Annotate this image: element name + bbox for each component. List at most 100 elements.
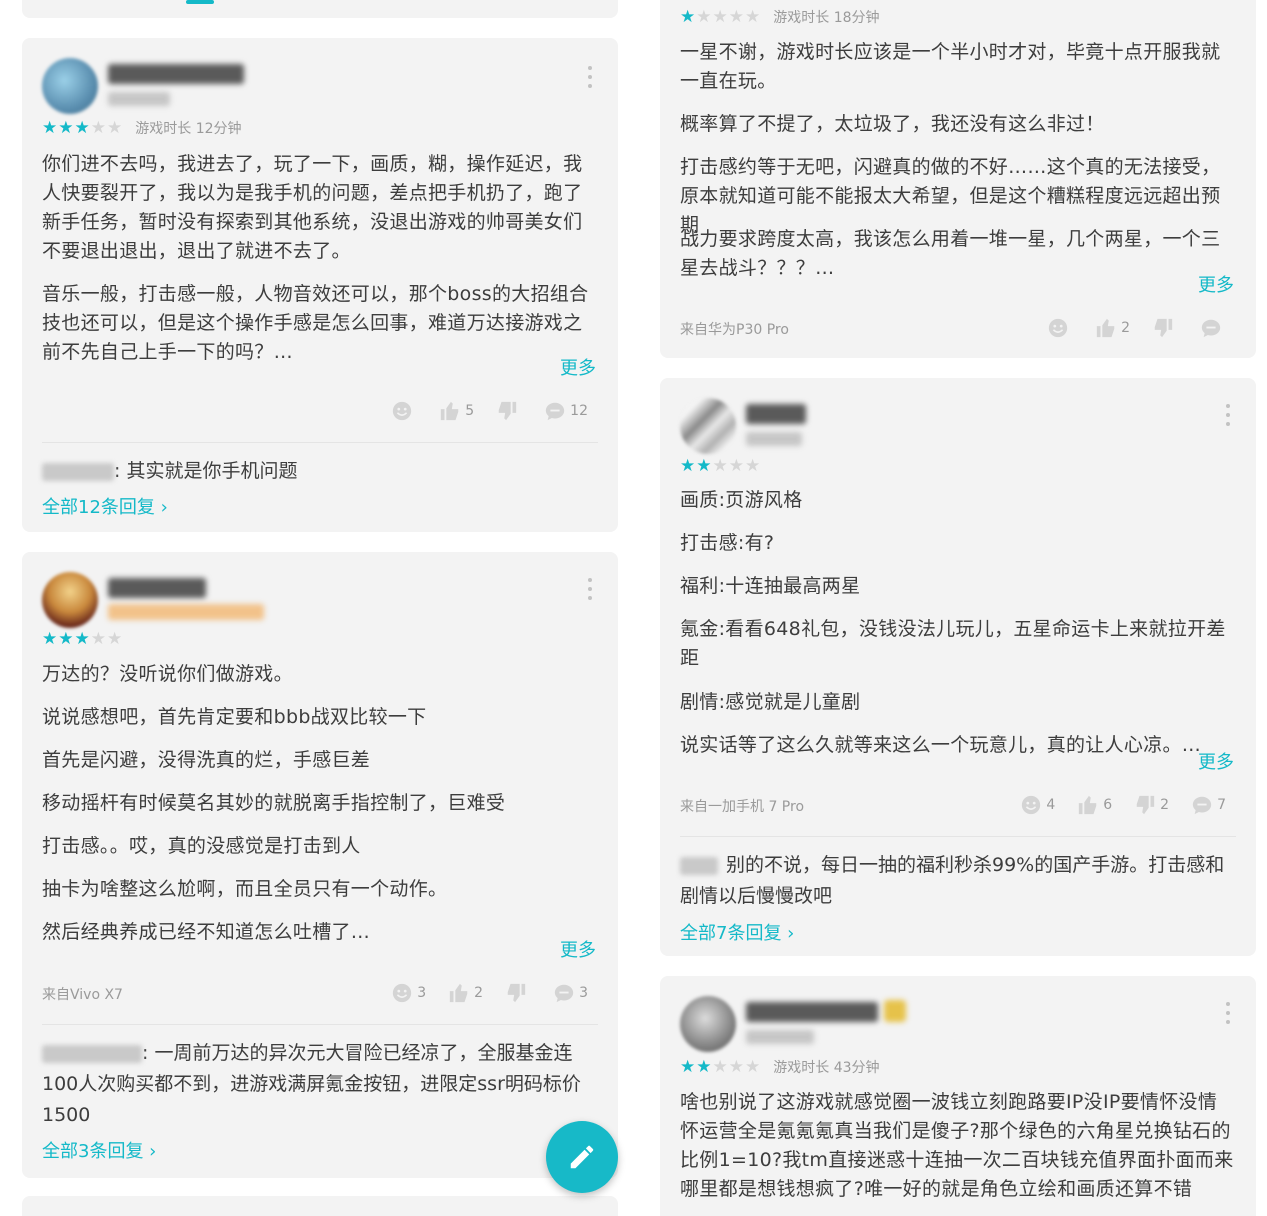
review-paragraph: 画质:页游风格 [680,489,803,511]
dislike-button[interactable] [1152,317,1178,339]
comment-bubble-icon [1192,796,1212,815]
write-review-button[interactable] [546,1121,618,1193]
review-card: ★ ★ ★ ★ ★ 万达的？没听说你们做游戏。 说说感想吧，首先肯定要和bbb战双比较一… [22,552,618,1178]
reply-preview[interactable]: : 一周前万达的异次元大冒险已经凉了，全服基金连100人次购买都不到，进游戏满屏… [42,1038,598,1131]
reply-preview[interactable]: : 其实就是你手机问题 [42,456,598,487]
thumbs-up-icon [1096,318,1115,338]
user-avatar[interactable] [42,572,98,628]
more-options-icon[interactable] [1226,1002,1230,1024]
more-link[interactable]: 更多 [560,936,596,962]
more-options-icon[interactable] [588,578,592,600]
reply-username [680,856,718,875]
username[interactable] [746,1002,878,1022]
comment-button[interactable]: 7 [1191,794,1226,816]
playtime-label: 游戏时长 18分钟 [773,10,880,26]
all-replies-link[interactable]: 全部12条回复 › [42,493,168,519]
more-link[interactable]: 更多 [1198,748,1234,774]
like-count: 6 [1103,797,1113,813]
more-options-icon[interactable] [588,66,592,88]
like-button[interactable]: 2 [448,982,483,1004]
review-card: ★ ★ ★ ★ ★ 画质:页游风格 打击感:有? 福利:十连抽最高两星 氪金:看看648… [660,378,1256,956]
dislike-count: 2 [1160,797,1170,813]
divider [680,836,1236,837]
thumbs-down-icon [498,401,517,421]
comment-bubble-icon [1201,319,1221,338]
review-paragraph: 首先是闪避，没得洗真的烂，手感巨差 [42,749,371,771]
divider [42,1024,598,1025]
review-paragraph: 一星不谢，游戏时长应该是一个半小时才对，毕竟十点开服我就一直在玩。 [680,41,1221,92]
review-actions: 2 [1025,317,1226,339]
more-link[interactable]: 更多 [1198,271,1234,297]
review-paragraph: 打击感:有? [680,532,775,554]
user-subtitle [746,1030,814,1044]
star-icon: ★ [74,629,90,649]
review-paragraph: 啥也别说了这游戏就感觉圈一波钱立刻跑路要IP没IP要情怀没情怀运营全是氪氪氪真当… [680,1091,1234,1200]
star-rating: ★ ★ ★ ★ ★ [680,457,760,475]
comment-count: 3 [579,985,588,1001]
star-icon: ★ [42,118,58,138]
user-subtitle [108,92,170,106]
comment-button[interactable]: 12 [544,400,588,422]
star-icon: ★ [90,629,106,649]
star-icon: ★ [107,629,123,649]
like-button[interactable]: 6 [1077,794,1112,816]
star-icon: ★ [90,118,106,138]
funny-button[interactable]: 4 [1020,794,1055,816]
like-count: 2 [1121,320,1130,336]
star-rating: ★ ★ ★ ★ ★ [42,630,122,648]
edit-pencil-icon [570,1145,594,1169]
username[interactable] [108,64,244,84]
user-avatar[interactable] [42,58,98,114]
review-paragraph: 氪金:看看648礼包，没钱没法儿玩儿，五星命运卡上来就拉开差距 [680,618,1226,669]
user-avatar[interactable] [680,996,736,1052]
review-card: ★ ★ ★ ★ ★ 游戏时长 43分钟 啥也别说了这游戏就感觉圈一波钱立刻跑路要IP没IP… [660,976,1256,1216]
star-rating: ★ ★ ★ ★ ★ 游戏时长 12分钟 [42,118,242,138]
thumbs-down-icon [507,983,526,1003]
star-rating: ★ ★ ★ ★ ★ 游戏时长 18分钟 [680,7,880,27]
dislike-button[interactable]: 2 [1134,794,1169,816]
more-options-icon[interactable] [1226,404,1230,426]
reply-preview[interactable]: 别的不说，每日一抽的福利秒杀99%的国产手游。打击感和剧情以后慢慢改吧 [680,850,1236,912]
playtime-label: 游戏时长 12分钟 [135,121,242,137]
divider [42,442,598,443]
star-icon: ★ [745,456,761,476]
like-count: 2 [474,985,484,1001]
playtime-label: 游戏时长 43分钟 [773,1060,880,1076]
star-icon: ★ [728,456,744,476]
funny-count: 4 [1046,797,1056,813]
star-icon: ★ [42,629,58,649]
funny-button[interactable] [391,400,417,422]
review-paragraph: 打击感。。哎，真的没感觉是打击到人 [42,835,361,857]
funny-face-icon [1022,795,1041,815]
comment-bubble-icon [546,402,565,421]
thumbs-up-icon [1079,795,1097,815]
review-paragraph: 音乐一般，打击感一般，人物音效还可以，那个boss的大招组合技也还可以，但是这个… [42,283,589,363]
review-paragraph: 移动摇杆有时候莫名其妙的就脱离手指控制了，巨难受 [42,792,506,814]
review-actions: 4 6 2 7 [998,794,1226,816]
star-icon: ★ [728,7,744,27]
funny-button[interactable]: 3 [391,982,426,1004]
funny-button[interactable] [1047,317,1073,339]
user-avatar[interactable] [680,398,736,454]
like-button[interactable]: 2 [1095,317,1130,339]
dislike-button[interactable] [496,400,522,422]
more-link[interactable]: 更多 [560,354,596,380]
dislike-button[interactable] [505,982,531,1004]
funny-face-icon [1048,318,1068,338]
review-card: ★ ★ ★ ★ ★ 游戏时长 18分钟 一星不谢，游戏时长应该是一个半小时才对，毕竟十点开… [660,0,1256,358]
review-actions: 5 12 [369,400,588,422]
star-icon: ★ [107,118,123,138]
comment-count: 12 [570,403,588,419]
star-icon: ★ [745,7,761,27]
username[interactable] [108,578,206,598]
comment-button[interactable]: 3 [553,982,588,1004]
reply-username [42,462,114,481]
username[interactable] [746,404,806,424]
review-paragraph: 你们进不去吗，我进去了，玩了一下，画质，糊，操作延迟，我人快要裂开了，我以为是我… [42,153,583,262]
device-label: 来自一加手机 7 Pro [680,799,805,815]
like-button[interactable]: 5 [439,400,474,422]
all-replies-link[interactable]: 全部7条回复 › [680,919,794,945]
thumbs-down-icon [1154,318,1173,338]
comment-button[interactable] [1200,317,1226,339]
all-replies-link[interactable]: 全部3条回复 › [42,1137,156,1163]
